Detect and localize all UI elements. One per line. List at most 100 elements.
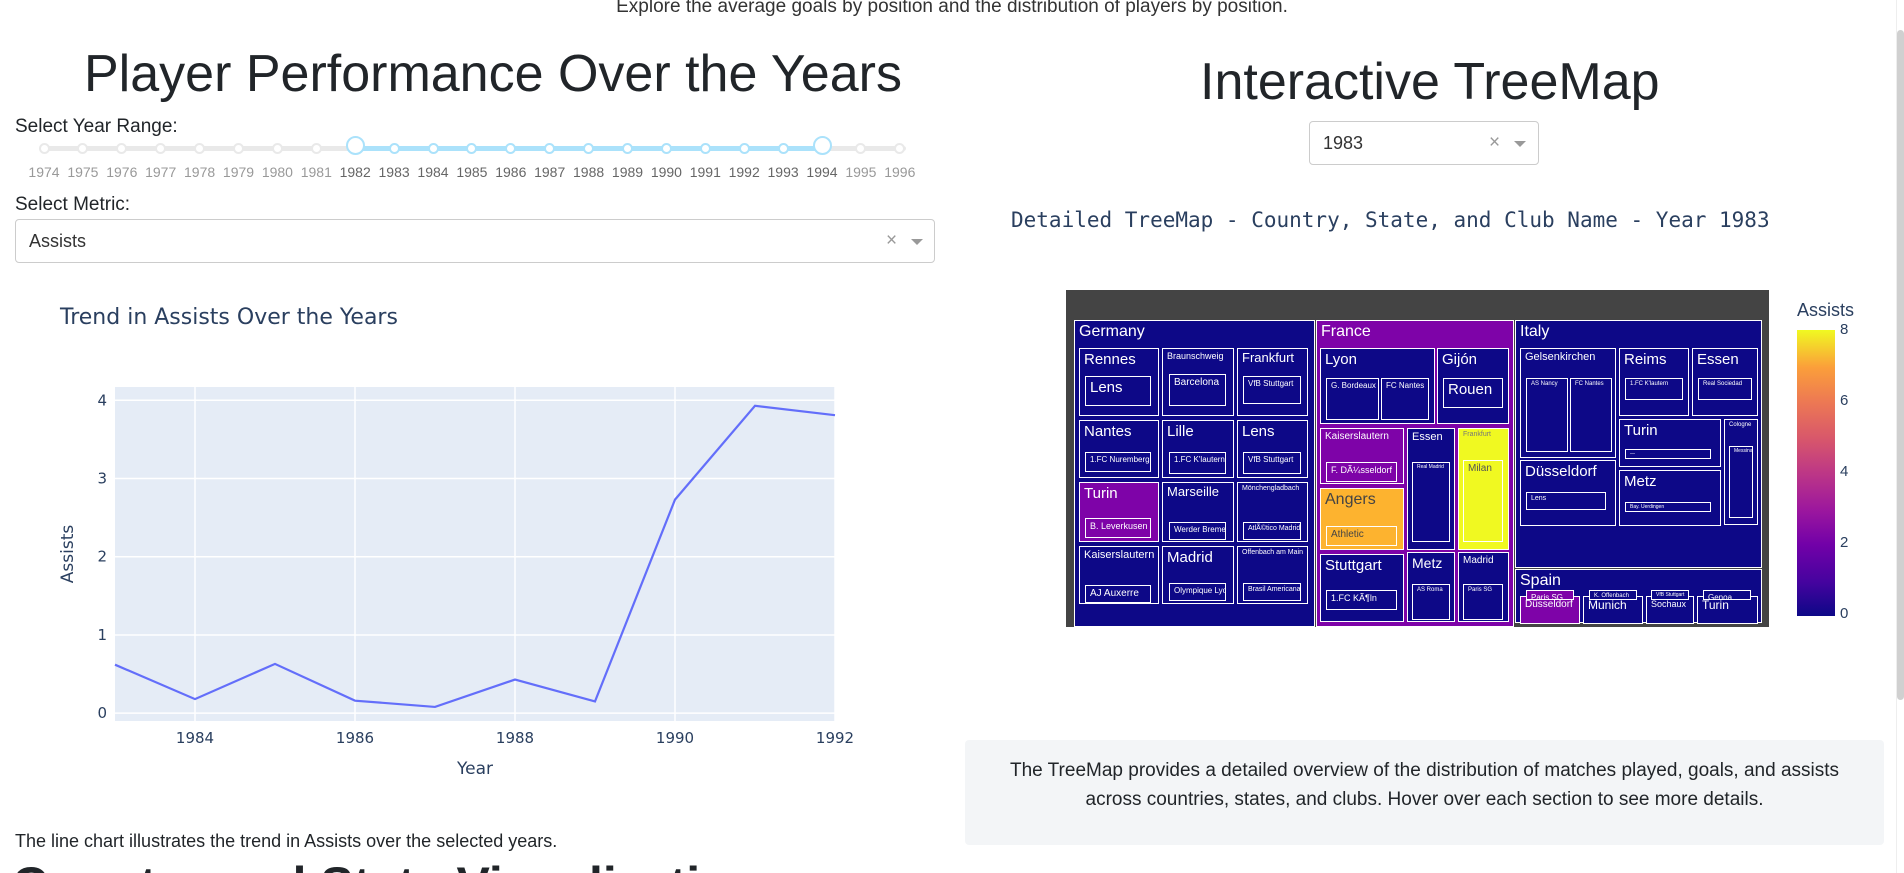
treemap-club-fr-psg[interactable]: Paris SG (1463, 584, 1503, 620)
slider-mark-label[interactable]: 1986 (495, 164, 526, 180)
slider-mark-label[interactable]: 1984 (417, 164, 448, 180)
slider-dot[interactable] (699, 143, 711, 154)
slider-mark-label[interactable]: 1976 (106, 164, 137, 180)
treemap-club-de-brasil[interactable]: Brasil Americana (1243, 583, 1301, 601)
slider-dot[interactable] (583, 143, 595, 154)
slider-dot[interactable] (622, 143, 633, 154)
slider-dot[interactable] (388, 143, 400, 154)
treemap-state-it-metz[interactable]: Metz (1619, 470, 1721, 526)
slider-mark-label[interactable]: 1978 (184, 164, 215, 180)
treemap-club-de-atletico[interactable]: AtlÃ©tico Madrid (1243, 522, 1301, 540)
treemap-club-es-genoa[interactable]: Genoa (1703, 590, 1751, 600)
slider-dot[interactable] (233, 143, 244, 154)
slider-dot[interactable] (855, 143, 867, 154)
year-dropdown[interactable]: 1983 × (1309, 121, 1539, 165)
treemap-club-de-vfb1[interactable]: VfB Stuttgart (1243, 376, 1301, 404)
treemap-club-fr-koln[interactable]: 1.FC KÃ¶ln (1326, 590, 1397, 610)
treemap-club-de-barcelona[interactable]: Barcelona (1169, 374, 1226, 406)
page-scrollbar[interactable] (1896, 0, 1904, 873)
year-range-slider[interactable]: 1974 1975 1976 1977 1978 1979 1980 1981 1982 1983… (28, 136, 920, 190)
clear-icon[interactable]: × (1489, 132, 1500, 154)
treemap-club-it-nantes[interactable]: FC Nantes (1570, 378, 1612, 452)
treemap-state-es-munich[interactable]: Munich (1583, 596, 1643, 624)
treemap-club-fr-rouen[interactable]: Rouen (1443, 378, 1503, 408)
slider-mark-label[interactable]: 1975 (67, 164, 98, 180)
slider-mark-label[interactable]: 1992 (729, 164, 760, 180)
slider-mark-label[interactable]: 1993 (768, 164, 799, 180)
slider-dot[interactable] (738, 143, 750, 154)
slider-mark-label[interactable]: 1982 (340, 164, 371, 180)
treemap-club-de-leverkusen[interactable]: B. Leverkusen (1085, 518, 1151, 538)
slider-dot[interactable] (271, 143, 283, 154)
treemap-club-fr-asroma[interactable]: AS Roma (1412, 584, 1450, 620)
slider-mark-label[interactable]: 1983 (379, 164, 410, 180)
slider-mark-label[interactable]: 1987 (534, 164, 565, 180)
treemap-club-es-offenbach[interactable]: K. Offenbach (1589, 590, 1637, 600)
chevron-down-icon[interactable] (911, 239, 923, 245)
slider-dot[interactable] (116, 143, 128, 154)
treemap-club-fr-athletic[interactable]: Athletic (1326, 526, 1397, 546)
slider-mark-label[interactable]: 1977 (145, 164, 176, 180)
slider-dot[interactable] (544, 143, 556, 154)
treemap-club-fr-nantes[interactable]: FC Nantes (1381, 378, 1429, 420)
metric-dropdown[interactable]: Assists × (15, 219, 935, 263)
slider-handle[interactable] (345, 136, 365, 155)
treemap-club-de-lens[interactable]: Lens (1085, 376, 1151, 406)
treemap-club-fr-bordeaux[interactable]: G. Bordeaux (1326, 378, 1379, 420)
treemap-club-de-auxerre[interactable]: AJ Auxerre (1085, 585, 1151, 603)
treemap-label: Kaiserslautern (1084, 549, 1155, 561)
treemap-club-it-kl[interactable]: 1.FC K'lautern (1625, 378, 1683, 400)
chevron-down-icon[interactable] (1514, 141, 1526, 147)
treemap-state-es-dusseldorf[interactable]: Düsseldorf (1520, 596, 1580, 624)
treemap-club-de-vfb2[interactable]: VfB Stuttgart (1243, 452, 1301, 474)
treemap-club-it-uerdingen[interactable]: Bay. Uerdingen (1625, 502, 1711, 512)
clear-icon[interactable]: × (886, 230, 897, 252)
slider-mark-label[interactable]: 1988 (573, 164, 604, 180)
treemap-club-de-kl1[interactable]: 1.FC K'lautern (1169, 452, 1226, 474)
treemap-club-es-vfb[interactable]: VfB Stuttgart (1651, 590, 1689, 600)
slider-handle[interactable] (812, 136, 832, 155)
slider-mark-label[interactable]: 1994 (806, 164, 837, 180)
treemap-club-fr-milan[interactable]: Milan (1463, 460, 1503, 542)
treemap-club-fr-dusseldorf[interactable]: F. DÃ¼sseldorf (1326, 462, 1397, 482)
slider-dot[interactable] (194, 143, 206, 154)
slider-mark-label[interactable]: 1990 (651, 164, 682, 180)
slider-dot[interactable] (505, 143, 517, 154)
slider-mark-label[interactable]: 1985 (456, 164, 487, 180)
slider-dot[interactable] (660, 143, 672, 154)
treemap-label: Lens (1531, 495, 1547, 502)
slider-dot[interactable] (310, 143, 322, 154)
slider-dot[interactable] (777, 143, 789, 154)
scrollbar-thumb[interactable] (1897, 30, 1904, 700)
treemap-club-it-turin-club[interactable]: — (1625, 449, 1711, 459)
slider-mark-label[interactable]: 1995 (845, 164, 876, 180)
treemap-club-it-nancy[interactable]: AS Nancy (1526, 378, 1568, 452)
slider-dot[interactable] (77, 143, 89, 154)
slider-mark-label[interactable]: 1974 (28, 164, 59, 180)
treemap-state-es-turin[interactable]: Turin (1697, 596, 1758, 624)
treemap-club-de-werder[interactable]: Werder Bremen (1169, 522, 1226, 540)
treemap-state-fr-stuttgart[interactable]: Stuttgart (1320, 554, 1404, 622)
treemap-state-it-turin[interactable]: Turin (1619, 419, 1721, 467)
line-chart[interactable]: 0 1 2 3 4 1984 1986 1988 1990 1992 Year Assists (40, 360, 860, 790)
slider-mark-label[interactable]: 1991 (690, 164, 721, 180)
slider-dot[interactable] (155, 143, 167, 154)
slider-mark-label[interactable]: 1980 (262, 164, 293, 180)
slider-dot[interactable] (466, 143, 478, 154)
slider-dot[interactable] (894, 143, 906, 154)
slider-mark-label[interactable]: 1996 (884, 164, 915, 180)
slider-mark-label[interactable]: 1979 (223, 164, 254, 180)
treemap-club-de-nuremberg[interactable]: 1.FC Nuremberg (1085, 452, 1151, 472)
treemap-club-fr-realmadrid[interactable]: Real Madrid (1412, 462, 1450, 542)
slider-dot[interactable] (427, 143, 439, 154)
treemap-state-es-sochaux[interactable]: Sochaux (1646, 596, 1694, 624)
treemap-club-it-lens[interactable]: Lens (1526, 492, 1606, 510)
treemap-club-it-sociedad[interactable]: Real Sociedad (1698, 378, 1752, 400)
treemap[interactable]: Germany France Italy Spain Rennes Lens Braunsc… (1066, 290, 1769, 627)
treemap-club-de-lyon[interactable]: Olympique Lyon (1169, 583, 1226, 601)
slider-mark-label[interactable]: 1989 (612, 164, 643, 180)
slider-mark-label[interactable]: 1981 (301, 164, 332, 180)
treemap-club-es-psg[interactable]: Paris SG (1526, 590, 1574, 600)
treemap-club-it-messina[interactable]: Messina (1729, 446, 1753, 518)
slider-dot[interactable] (38, 143, 50, 154)
